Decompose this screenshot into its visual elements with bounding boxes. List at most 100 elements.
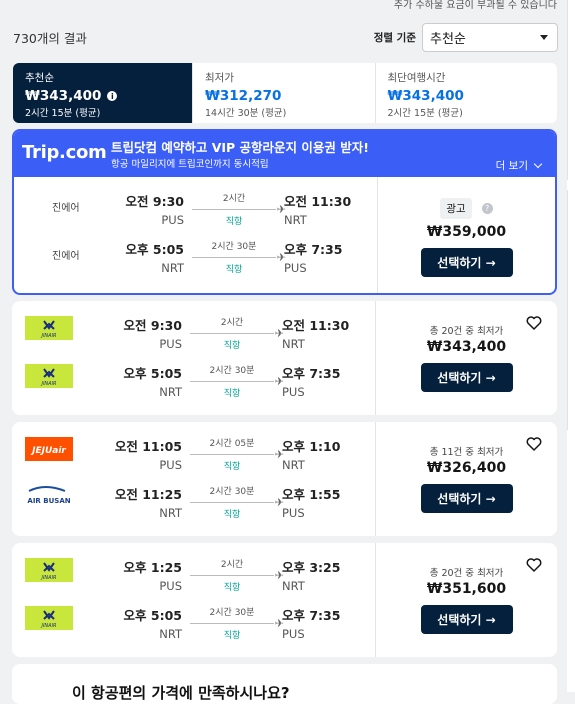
svg-text:JINAIR: JINAIR [40,623,56,629]
select-wrap: 선택하기 → [378,248,555,277]
svg-text:JEJUair: JEJUair [30,446,66,456]
departure-time: 오후 5:05 [125,242,184,257]
departure-airport: PUS [159,579,182,593]
ad-headline: 트립닷컴 예약하고 VIP 공항라운지 이용권 받자! [111,140,369,155]
select-button[interactable]: 선택하기 → [420,484,513,513]
departure: 오전 9:30 PUS [92,315,182,351]
sort-label: 정렬 기준 [373,31,416,44]
select-button[interactable]: 선택하기 → [420,363,513,392]
departure-airport: PUS [159,458,182,472]
flight-duration-block: 2시간 ✈ 직항 [190,315,284,351]
ad-more-label: 더 보기 [495,160,528,172]
select-button[interactable]: 선택하기 → [420,248,513,277]
price-amount-wrap: ₩359,000 [378,222,555,240]
arrival: 오전 11:30 NRT [282,315,372,351]
departure-airport: NRT [159,385,182,399]
deal-count: 총 20건 중 최저가 [429,326,504,337]
price-amount: ₩351,600 [426,581,507,597]
departure-airport: PUS [159,337,182,351]
route-line: ✈ [190,448,284,461]
flight-legs: JEJUair 오전 11:05 PUS 2시간 05분 ✈ 직항 오후 1:10 NR… [12,422,375,536]
jinair-logo-icon: JINAIR [25,606,73,630]
departure-time: 오전 11:05 [114,439,182,454]
duration: 2시간 30분 [211,242,257,252]
route-line: ✈ [190,375,284,388]
route-line: ✈ [192,203,286,216]
sponsored-result-card[interactable]: Trip.com 트립닷컴 예약하고 VIP 공항라운지 이용권 받자! 항공 … [12,129,557,295]
result-card[interactable]: JINAIR 오전 9:30 PUS 2시간 ✈ 직항 오전 11:30 NRT JIN… [12,301,557,415]
stops: 직항 [225,217,243,227]
tab-label: 최저가 [205,72,234,84]
arrival-time: 오후 1:55 [282,487,341,502]
arrival: 오전 11:30 NRT [284,191,374,227]
flight-leg-outbound: JINAIR 오전 9:30 PUS 2시간 ✈ 직항 오전 11:30 NRT [12,315,375,355]
route-line: ✈ [190,327,284,340]
sort-value: 추천순 [430,31,466,47]
arrival: 오후 7:35 PUS [282,363,372,399]
duration: 2시간 [220,560,244,570]
route-line: ✈ [190,569,284,582]
stops: 직항 [223,462,241,472]
side-panel-edge [567,0,575,692]
departure-airport: NRT [159,506,182,520]
info-icon[interactable]: i [107,91,118,101]
side-panel-top [567,0,575,180]
sort-dropdown[interactable]: 추천순 [422,22,558,52]
arrival: 오후 1:55 PUS [282,484,372,520]
departure-time: 오전 9:30 [123,318,182,333]
stops: 직항 [225,265,243,275]
select-button[interactable]: 선택하기 → [420,605,513,634]
departure: 오전 11:05 PUS [92,436,182,472]
flight-duration-block: 2시간 ✈ 직항 [190,557,284,593]
ad-label: 광고 [440,198,472,219]
airbusan-logo-icon: AIR BUSAN [27,486,71,505]
tab-price-value: ₩343,400 [25,88,102,104]
chevron-down-icon [533,159,543,169]
deal-info: 총 11건 중 최저가 ₩326,400 [376,444,557,476]
tab-price: ₩343,400 i [25,88,180,104]
arrival-time: 오후 7:35 [284,242,343,257]
deal-info: 총 20건 중 최저가 ₩351,600 [376,565,557,597]
flight-duration-block: 2시간 30분 ✈ 직항 [190,363,284,399]
result-card[interactable]: JEJUair 오전 11:05 PUS 2시간 05분 ✈ 직항 오후 1:10 NR… [12,422,557,536]
arrival-airport: NRT [284,213,307,227]
flight-leg-return: JINAIR 오후 5:05 NRT 2시간 30분 ✈ 직항 오후 7:35 PUS [12,363,375,403]
jinair-logo-icon: JINAIR [25,364,73,388]
question-icon[interactable]: ? [481,203,493,214]
arrival-airport: NRT [282,579,305,593]
departure-time: 오후 5:05 [123,608,182,623]
price-amount: ₩359,000 [426,224,507,240]
results-header: 730개의 결과 정렬 기준 추천순 [13,22,558,52]
stops: 직항 [223,583,241,593]
duration: 2시간 30분 [209,366,255,376]
arrival-time: 오전 11:30 [282,318,350,333]
stops: 직항 [223,341,241,351]
flight-legs: JINAIR 오후 1:25 PUS 2시간 ✈ 직항 오후 3:25 NRT JINA… [12,543,375,657]
deal-info: 총 20건 중 최저가 ₩343,400 [376,323,557,355]
flight-duration-block: 2시간 30분 ✈ 직항 [192,239,286,275]
arrival-airport: PUS [282,627,305,641]
stops: 직항 [223,631,241,641]
sort-control: 정렬 기준 추천순 [373,22,558,52]
tab-duration: 2시간 15분 (평균) [387,108,463,119]
tab-fastest[interactable]: 최단여행시간 ₩343,400 2시간 15분 (평균) [376,63,558,123]
departure-time: 오전 9:30 [125,194,184,209]
departure-time: 오후 1:25 [123,560,182,575]
tab-duration: 14시간 30분 (평균) [205,108,287,119]
svg-text:JINAIR: JINAIR [40,575,56,581]
route-line: ✈ [190,496,284,509]
side-panel-mid [567,190,575,430]
airline-name: 진에어 [52,203,80,214]
arrival-airport: PUS [282,506,305,520]
arrival-airport: PUS [284,261,307,275]
chevron-down-icon [540,34,548,40]
arrival-airport: NRT [282,337,305,351]
departure-airport: NRT [161,261,184,275]
tab-best[interactable]: 추천순 ₩343,400 i 2시간 15분 (평균) [13,63,193,123]
ad-more-button[interactable]: 더 보기 [495,158,543,173]
result-card[interactable]: JINAIR 오후 1:25 PUS 2시간 ✈ 직항 오후 3:25 NRT JINA… [12,543,557,657]
arrival-time: 오후 1:10 [282,439,341,454]
arrival-time: 오후 3:25 [282,560,341,575]
baggage-fee-note: 추가 수하물 요금이 부과될 수 있습니다 [393,0,557,11]
tab-cheapest[interactable]: 최저가 ₩312,270 14시간 30분 (평균) [193,63,376,123]
